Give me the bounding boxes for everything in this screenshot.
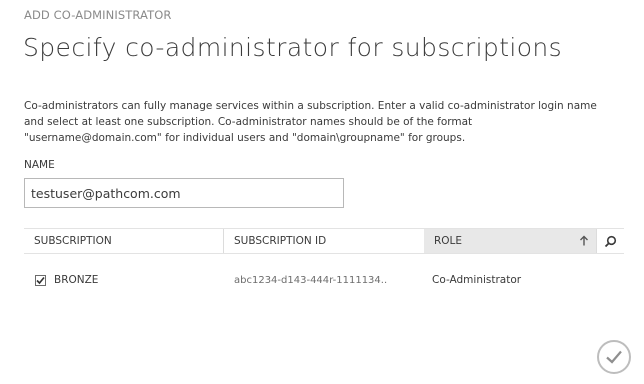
- name-input[interactable]: [24, 178, 344, 208]
- description-line: Co-administrators can fully manage servi…: [24, 100, 597, 112]
- description-line: and select at least one subscription. Co…: [24, 116, 473, 128]
- add-coadmin-dialog: ADD CO-ADMINISTRATOR Specify co-administ…: [0, 0, 644, 384]
- confirm-button[interactable]: [597, 340, 631, 374]
- dialog-eyebrow: ADD CO-ADMINISTRATOR: [24, 8, 172, 22]
- description-text: Co-administrators can fully manage servi…: [24, 98, 624, 146]
- grid-header: SUBSCRIPTION SUBSCRIPTION ID ROLE: [24, 228, 624, 254]
- arrow-up-icon: [580, 235, 588, 246]
- subscription-checkbox[interactable]: [35, 274, 46, 286]
- subscription-id: abc1234-d143-444r-1111134..: [234, 274, 388, 286]
- description-line: "username@domain.com" for individual use…: [24, 132, 466, 144]
- role-value: Co-Administrator: [432, 274, 522, 286]
- column-header-subscription-id[interactable]: SUBSCRIPTION ID: [224, 229, 424, 253]
- page-title: Specify co-administrator for subscriptio…: [23, 33, 563, 62]
- column-header-label: SUBSCRIPTION: [34, 235, 112, 247]
- grid-search-button[interactable]: [596, 229, 624, 253]
- column-header-role[interactable]: ROLE: [424, 229, 596, 253]
- checkmark-icon: [36, 276, 45, 284]
- column-header-label: SUBSCRIPTION ID: [234, 235, 327, 247]
- column-header-subscription[interactable]: SUBSCRIPTION: [24, 229, 224, 253]
- column-header-label: ROLE: [434, 235, 463, 247]
- search-icon: [604, 235, 617, 247]
- checkmark-icon: [606, 350, 622, 364]
- subscription-name: BRONZE: [54, 274, 99, 286]
- name-label: NAME: [24, 159, 55, 171]
- table-row[interactable]: BRONZE abc1234-d143-444r-1111134.. Co-Ad…: [24, 266, 624, 294]
- subscription-cell: BRONZE: [24, 274, 224, 286]
